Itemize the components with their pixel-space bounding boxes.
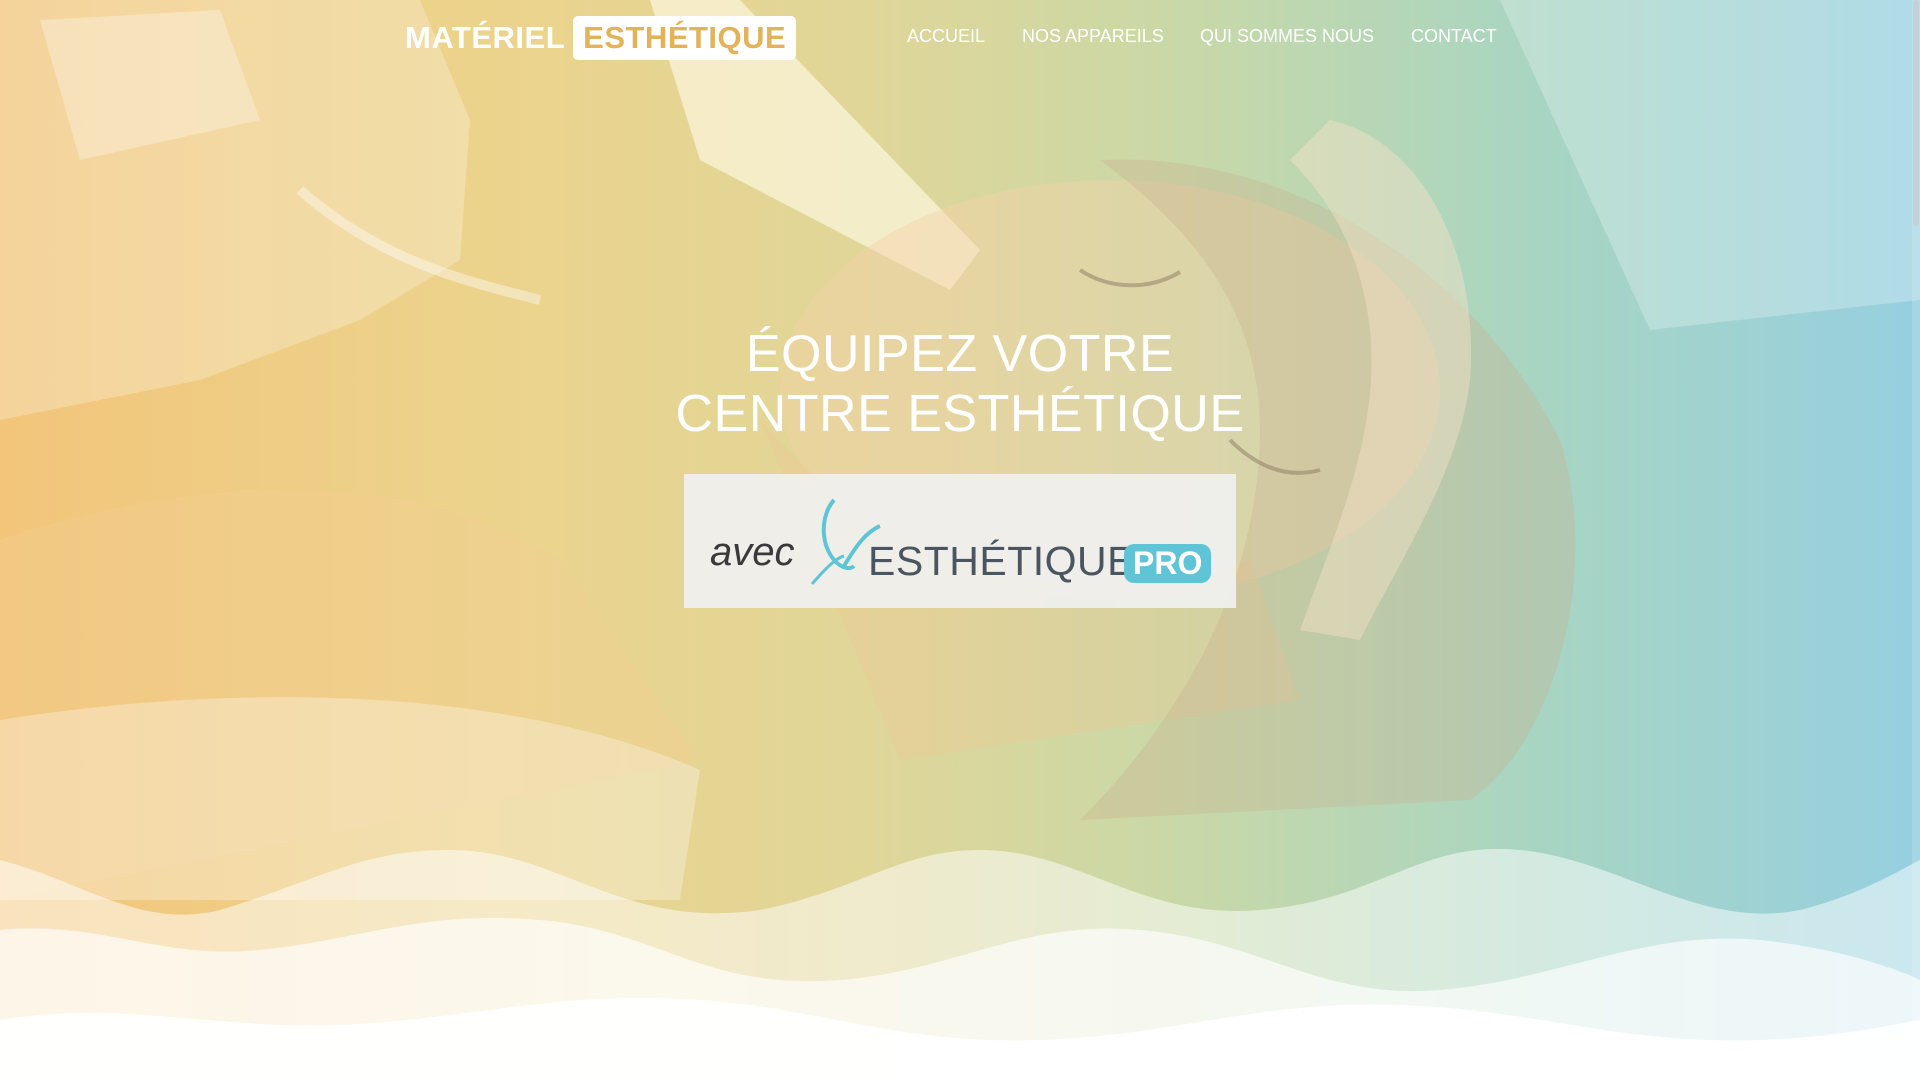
brand-pro-badge: PRO — [1124, 544, 1212, 583]
main-nav: ACCUEIL NOS APPAREILS QUI SOMMES NOUS CO… — [0, 26, 1920, 52]
nav-item-contact[interactable]: CONTACT — [1411, 26, 1497, 47]
hero-section: MATÉRIEL ESTHÉTIQUE ACCUEIL NOS APPAREIL… — [0, 0, 1920, 1080]
decorative-waves — [0, 848, 1920, 1080]
nav-item-nos-appareils[interactable]: NOS APPAREILS — [1022, 26, 1164, 47]
partner-brand-banner[interactable]: avec ESTHÉTIQUE PRO — [684, 474, 1236, 608]
headline-line-2: CENTRE ESTHÉTIQUE — [675, 385, 1245, 443]
brand-name-text: ESTHÉTIQUE — [868, 538, 1135, 584]
hero-headline: ÉQUIPEZ VOTRE CENTRE ESTHÉTIQUE — [0, 324, 1920, 444]
nav-item-accueil[interactable]: ACCUEIL — [907, 26, 985, 47]
scrollbar[interactable] — [1912, 0, 1920, 1080]
brand-avec-text: avec — [710, 530, 795, 574]
scrollbar-thumb[interactable] — [1913, 0, 1919, 226]
top-navigation-bar: MATÉRIEL ESTHÉTIQUE ACCUEIL NOS APPAREIL… — [0, 0, 1920, 78]
nav-item-qui-sommes-nous[interactable]: QUI SOMMES NOUS — [1200, 26, 1374, 47]
headline-line-1: ÉQUIPEZ VOTRE — [745, 325, 1175, 383]
